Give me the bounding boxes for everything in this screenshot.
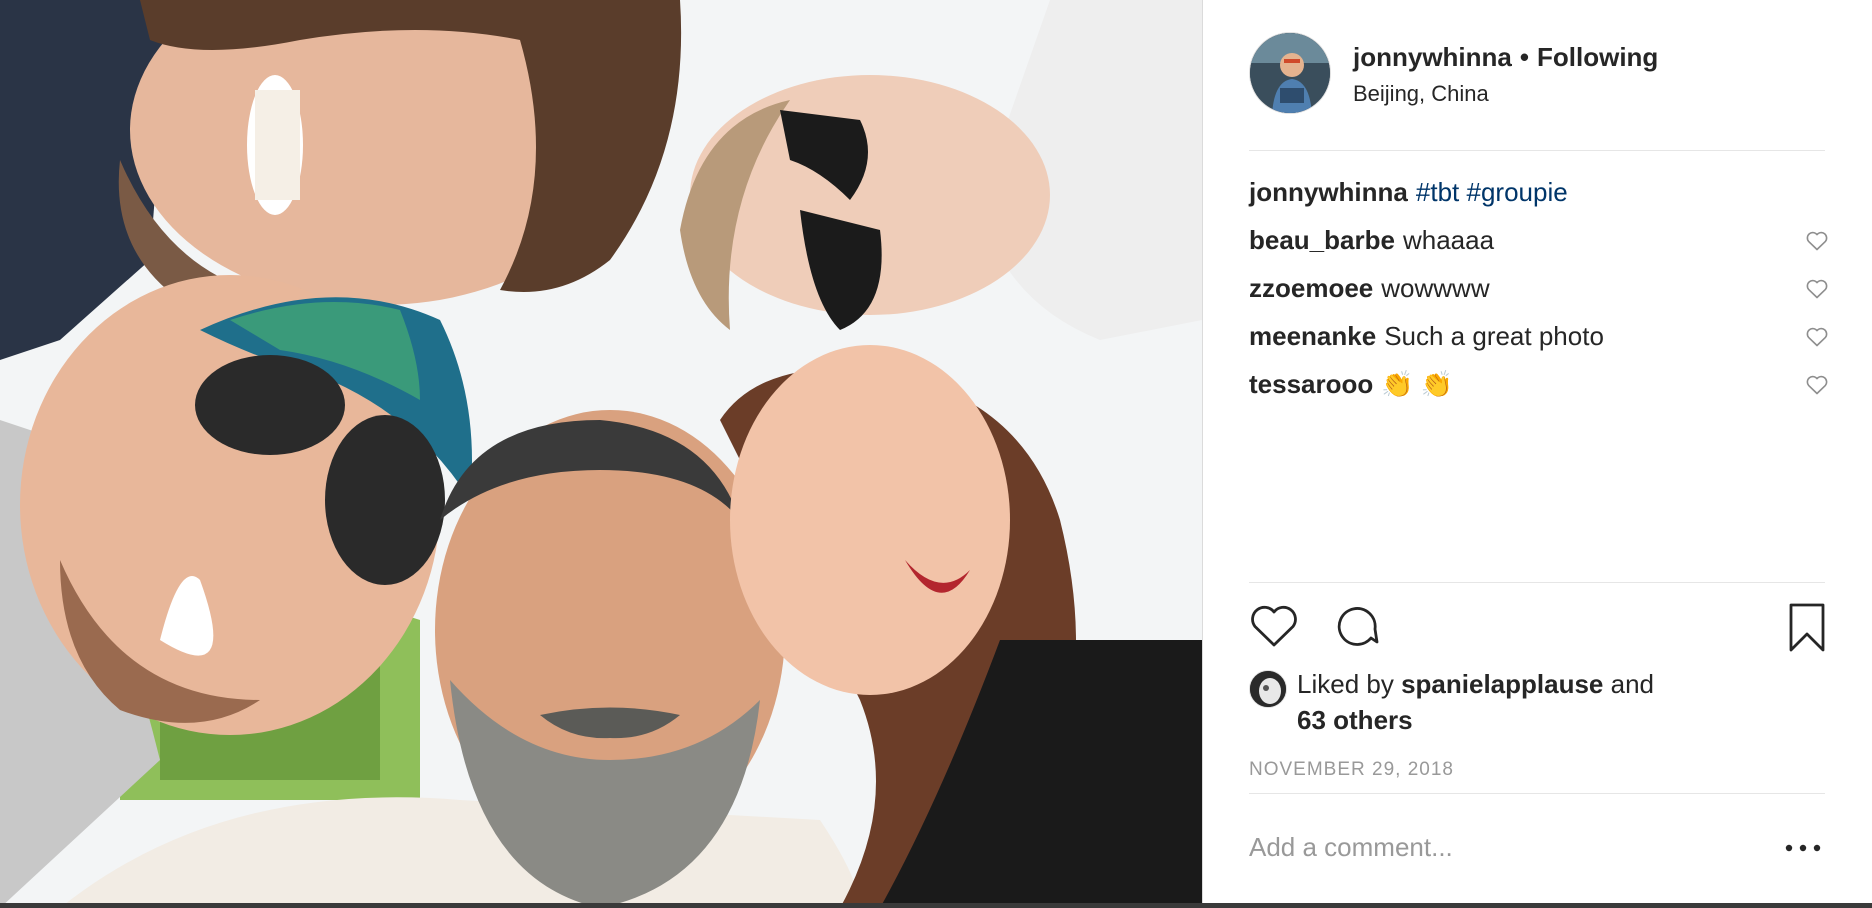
- comments-list: jonnywhinna #tbt #groupie beau_barbe whaaa…: [1249, 175, 1829, 415]
- user-line: jonnywhinna • Following: [1353, 42, 1658, 73]
- comment-item: tessarooo 👏 👏: [1249, 367, 1829, 415]
- comment-like-heart-icon[interactable]: [1805, 325, 1829, 349]
- hashtag-link[interactable]: #tbt: [1416, 177, 1459, 207]
- more-options-icon[interactable]: [1783, 840, 1823, 856]
- comment-input[interactable]: Add a comment...: [1249, 832, 1453, 863]
- comment-username[interactable]: meenanke: [1249, 321, 1376, 351]
- liked-by-line: Liked by spanielapplause and: [1297, 666, 1654, 702]
- comment-text: wowwww: [1381, 273, 1490, 303]
- liked-by-prefix: Liked by: [1297, 669, 1394, 699]
- liked-by-joiner: and: [1610, 669, 1655, 699]
- group-selfie-image: [0, 0, 1202, 908]
- comment-input-divider: [1249, 793, 1825, 794]
- caption-username[interactable]: jonnywhinna: [1249, 177, 1408, 207]
- comment-text: whaaaa: [1402, 225, 1495, 255]
- comment-username[interactable]: zzoemoee: [1249, 273, 1373, 303]
- comment-like-heart-icon[interactable]: [1805, 229, 1829, 253]
- likes-count-link[interactable]: 63 others: [1297, 702, 1413, 738]
- bookmark-icon[interactable]: [1787, 602, 1827, 654]
- actions-divider: [1249, 582, 1825, 583]
- user-avatar[interactable]: [1249, 32, 1331, 114]
- post-side-panel: jonnywhinna • Following Beijing, China jon…: [1203, 0, 1872, 903]
- comment-text: 👏 👏: [1381, 369, 1454, 399]
- separator-dot: •: [1519, 42, 1529, 72]
- liker-avatar[interactable]: [1249, 670, 1287, 708]
- liker-username[interactable]: spanielapplause: [1401, 669, 1603, 699]
- comment-username[interactable]: beau_barbe: [1249, 225, 1395, 255]
- comment-text: Such a great photo: [1384, 321, 1604, 351]
- comment-item: zzoemoee wowwww: [1249, 271, 1829, 319]
- heart-icon[interactable]: [1249, 602, 1299, 650]
- comment-item: beau_barbe whaaaa: [1249, 223, 1829, 271]
- post-photo[interactable]: [0, 0, 1202, 908]
- liker-avatar-image: [1250, 671, 1286, 707]
- avatar-image: [1250, 33, 1330, 113]
- username-link[interactable]: jonnywhinna: [1353, 42, 1512, 72]
- comment-like-heart-icon[interactable]: [1805, 373, 1829, 397]
- header-divider: [1249, 150, 1825, 151]
- caption: jonnywhinna #tbt #groupie: [1249, 175, 1829, 223]
- post-date[interactable]: NOVEMBER 29, 2018: [1249, 759, 1454, 781]
- window-bottom-edge: [0, 903, 1872, 908]
- hashtag-link[interactable]: #groupie: [1467, 177, 1568, 207]
- comment-bubble-icon[interactable]: [1333, 602, 1381, 650]
- comment-like-heart-icon[interactable]: [1805, 277, 1829, 301]
- comment-username[interactable]: tessarooo: [1249, 369, 1373, 399]
- location-link[interactable]: Beijing, China: [1353, 81, 1489, 107]
- post-header: jonnywhinna • Following Beijing, China: [1249, 32, 1829, 116]
- comment-item: meenanke Such a great photo: [1249, 319, 1829, 367]
- action-bar: [1249, 602, 1829, 654]
- following-button[interactable]: Following: [1537, 42, 1658, 72]
